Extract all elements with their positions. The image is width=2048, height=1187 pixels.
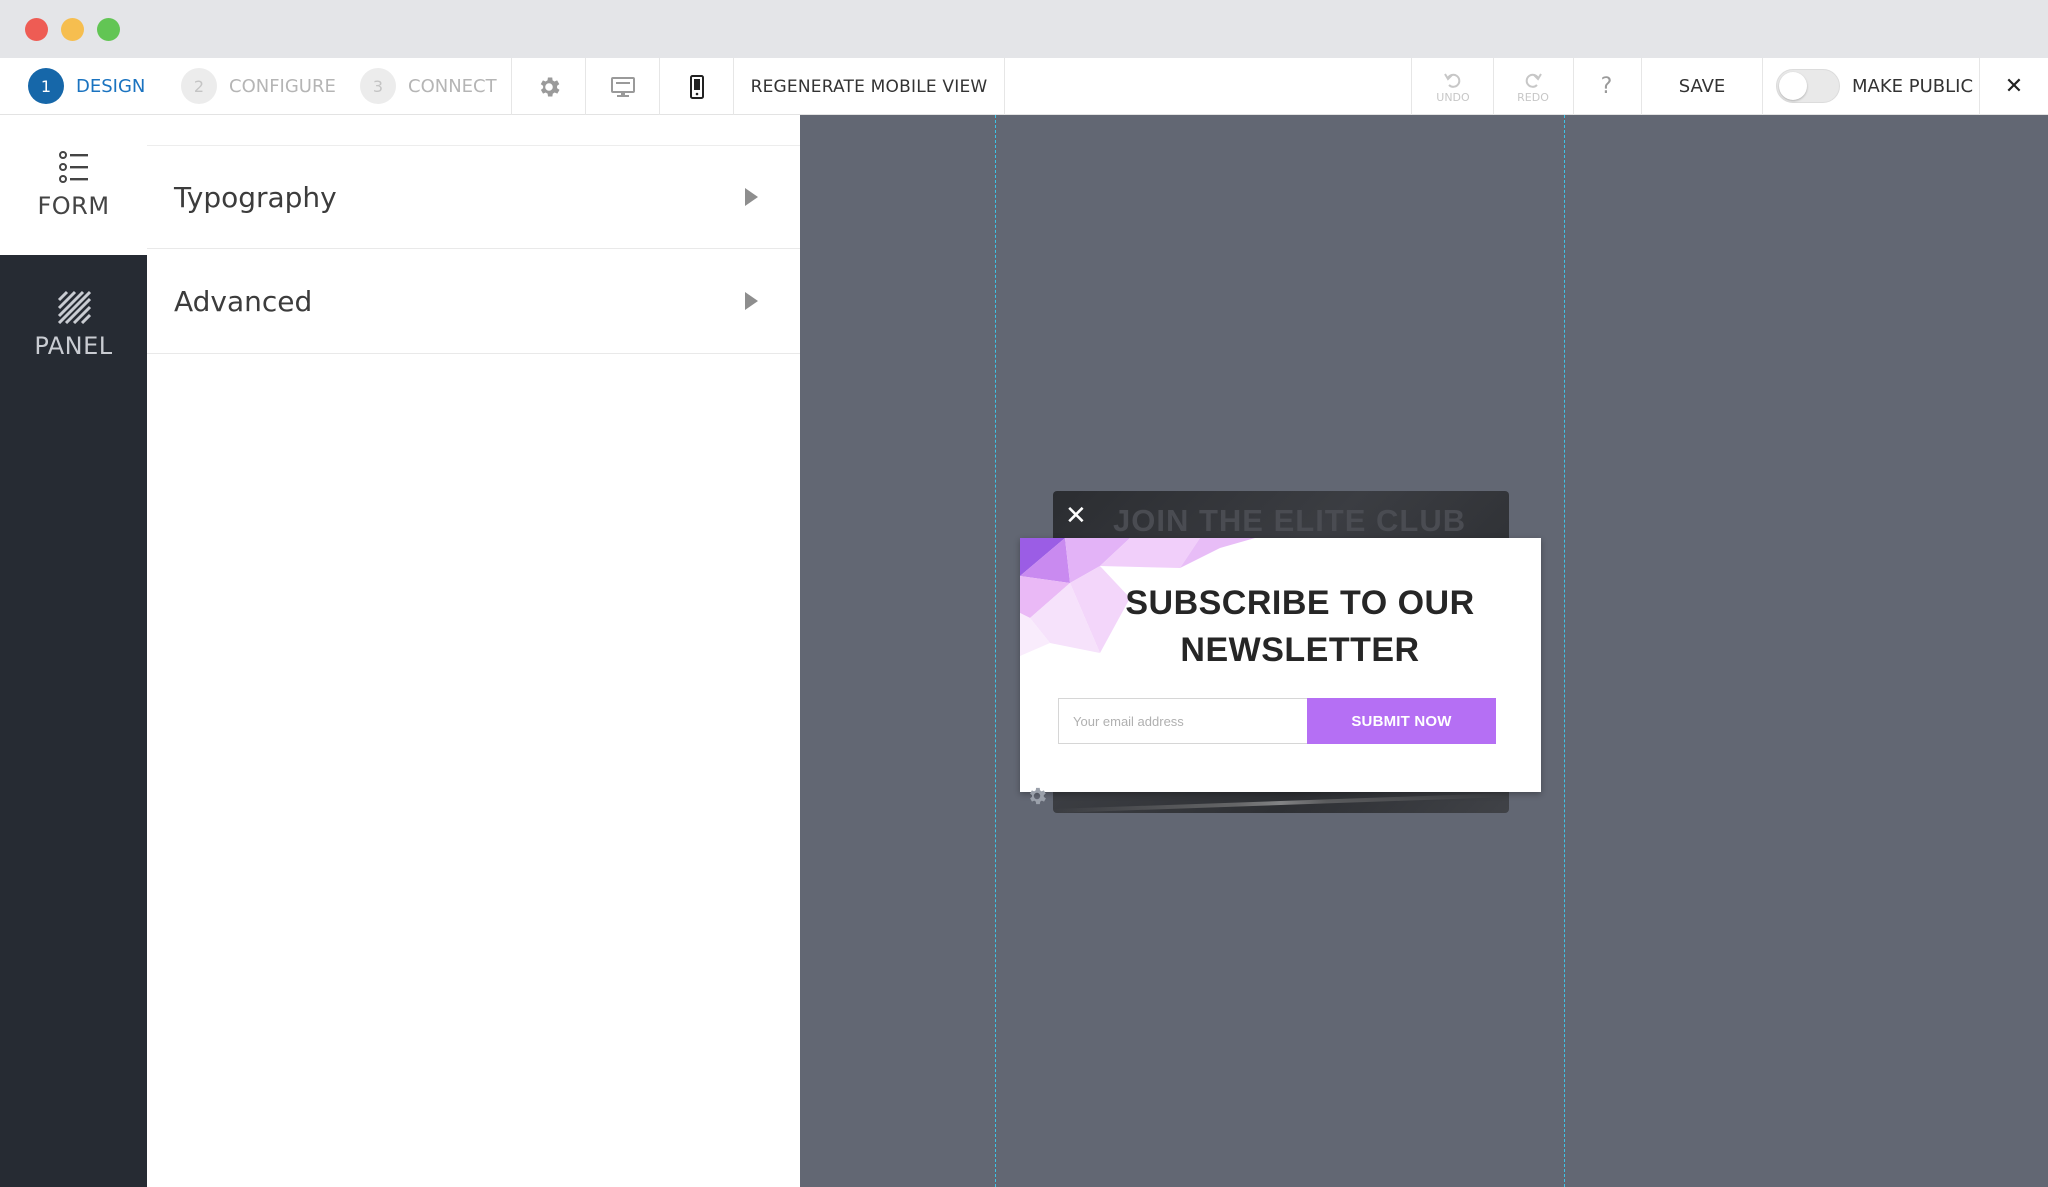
settings-panel: Typography Advanced (147, 115, 800, 1187)
redo-label: REDO (1517, 90, 1549, 104)
desktop-view-button[interactable] (586, 58, 659, 115)
toolbar-divider (733, 58, 734, 115)
newsletter-popup[interactable]: SUBSCRIBE TO OUR NEWSLETTER Your email a… (1020, 538, 1541, 792)
list-icon (58, 151, 88, 183)
preview-canvas[interactable]: ✕ JOIN THE ELITE CLUB SUBSCRIBE TO OUR N… (800, 115, 2048, 1187)
undo-button[interactable]: UNDO (1413, 58, 1493, 115)
mobile-icon (689, 74, 704, 99)
rail-tab-label: FORM (37, 192, 110, 220)
mobile-view-button[interactable] (660, 58, 733, 115)
accordion-advanced[interactable]: Advanced (147, 250, 800, 354)
undo-icon (1444, 72, 1461, 88)
gear-icon (540, 76, 560, 97)
caret-right-icon (745, 188, 758, 206)
rail-tab-panel[interactable]: PANEL (0, 255, 147, 395)
make-public-toggle[interactable] (1776, 69, 1840, 103)
background-popup-title: JOIN THE ELITE CLUB (1113, 503, 1467, 538)
window-close-dot[interactable] (25, 18, 48, 41)
redo-icon (1525, 72, 1542, 88)
step-label: CONNECT (408, 75, 497, 97)
step-number: 3 (360, 68, 396, 104)
caret-right-icon (745, 292, 758, 310)
window-titlebar (0, 0, 2048, 58)
window-minimize-dot[interactable] (61, 18, 84, 41)
toggle-knob (1779, 72, 1807, 100)
left-rail: FORM PANEL (0, 115, 147, 1187)
email-field[interactable]: Your email address (1058, 698, 1308, 744)
step-label: DESIGN (76, 75, 146, 97)
accordion-label: Typography (174, 180, 337, 214)
toolbar-divider (1411, 58, 1412, 115)
regenerate-mobile-view-button[interactable]: REGENERATE MOBILE VIEW (735, 58, 1003, 115)
accordion-label: Advanced (174, 285, 313, 318)
desktop-icon (610, 76, 635, 97)
toolbar-divider (1004, 58, 1005, 115)
step-label: CONFIGURE (229, 75, 336, 97)
redo-button[interactable]: REDO (1493, 58, 1573, 115)
step-connect[interactable]: 3 CONNECT (360, 68, 497, 104)
close-editor-button[interactable]: ✕ (1980, 58, 2048, 115)
popup-headline: SUBSCRIBE TO OUR NEWSLETTER (1125, 584, 1475, 669)
rail-tab-label: PANEL (34, 332, 113, 360)
help-button[interactable]: ? (1574, 58, 1639, 115)
step-number: 1 (28, 68, 64, 104)
close-icon[interactable]: ✕ (1065, 501, 1087, 531)
undo-label: UNDO (1436, 90, 1470, 104)
mobile-guide-left (995, 115, 996, 1187)
step-configure[interactable]: 2 CONFIGURE (181, 68, 336, 104)
toolbar-divider (1762, 58, 1763, 115)
submit-button[interactable]: SUBMIT NOW (1307, 698, 1496, 744)
window-maximize-dot[interactable] (97, 18, 120, 41)
hatch-icon (57, 290, 91, 324)
save-button[interactable]: SAVE (1642, 58, 1762, 115)
settings-button[interactable] (512, 58, 585, 115)
accordion-typography[interactable]: Typography (147, 145, 800, 249)
rail-tab-form[interactable]: FORM (0, 115, 147, 255)
background-streak (1053, 793, 1509, 813)
gear-icon[interactable] (1026, 785, 1048, 807)
editor-toolbar: 1 DESIGN 2 CONFIGURE 3 CONNECT REGENERAT… (0, 58, 2048, 115)
step-number: 2 (181, 68, 217, 104)
step-design[interactable]: 1 DESIGN (28, 68, 145, 104)
mobile-guide-right (1564, 115, 1565, 1187)
make-public-label: MAKE PUBLIC (1852, 76, 1974, 97)
